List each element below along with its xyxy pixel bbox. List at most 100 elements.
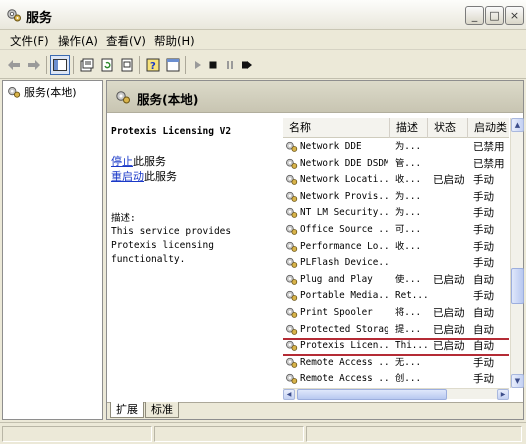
- services-gear-icon: [116, 91, 130, 104]
- menu-bar: 文件(F) 操作(A) 查看(V) 帮助(H): [0, 30, 526, 50]
- service-startup-type: 手动: [473, 224, 494, 236]
- tree-item-services-local[interactable]: 服务(本地): [7, 84, 77, 100]
- service-row[interactable]: Network DDE 为... 已禁用: [283, 139, 509, 156]
- service-row[interactable]: NT LM Security... 为... 手动: [283, 205, 509, 222]
- service-row[interactable]: Print Spooler 将... 已启动 自动: [283, 305, 509, 322]
- service-row[interactable]: Performance Lo... 收... 手动: [283, 239, 509, 256]
- service-row[interactable]: Plug and Play 使... 已启动 自动: [283, 272, 509, 289]
- toolbar: ?: [0, 51, 526, 79]
- service-row[interactable]: Remote Access ... 创... 手动: [283, 371, 509, 388]
- service-name: Portable Media...: [300, 290, 388, 302]
- restart-service-link[interactable]: 重启动: [111, 170, 144, 183]
- minimize-button[interactable]: _: [465, 6, 484, 25]
- vertical-scroll-thumb[interactable]: [511, 268, 524, 304]
- menu-file[interactable]: 文件(F): [10, 33, 49, 49]
- console-tree-icon[interactable]: [50, 55, 70, 75]
- vertical-scrollbar[interactable]: ▲ ▼: [510, 118, 524, 388]
- column-header-name[interactable]: 名称: [283, 118, 390, 138]
- scroll-up-icon[interactable]: ▲: [511, 118, 524, 132]
- back-icon[interactable]: [4, 55, 24, 75]
- service-description: 收...: [395, 174, 422, 186]
- service-row[interactable]: Network DDE DSDM 管... 已禁用: [283, 156, 509, 173]
- console-icon[interactable]: [163, 55, 183, 75]
- service-description: 可...: [395, 224, 422, 235]
- status-segment: [2, 426, 152, 442]
- service-startup-type: 手动: [473, 240, 494, 253]
- menu-view[interactable]: 查看(V): [106, 33, 146, 49]
- stop-service-suffix: 此服务: [133, 155, 166, 168]
- service-startup-type: 已禁用: [473, 157, 505, 170]
- close-button[interactable]: ×: [505, 6, 524, 25]
- toolbar-separator: [139, 56, 140, 74]
- service-row[interactable]: Portable Media... Ret... 手动: [283, 288, 509, 305]
- restart-service-row: 重启动此服务: [111, 168, 177, 184]
- service-description: 将...: [395, 307, 422, 318]
- tree-item-label: 服务(本地): [24, 86, 77, 99]
- service-row[interactable]: Protected Storage 提... 已启动 自动: [283, 322, 509, 339]
- restart-icon[interactable]: [237, 55, 257, 75]
- scroll-down-icon[interactable]: ▼: [511, 374, 524, 388]
- service-startup-type: 自动: [473, 323, 494, 336]
- service-row[interactable]: Protexis Licen... Thi... 已启动 自动: [283, 338, 509, 355]
- refresh-icon[interactable]: [97, 55, 117, 75]
- service-name: Protexis Licen...: [300, 340, 388, 352]
- status-segment: [306, 426, 522, 442]
- window-title: 服务: [26, 11, 53, 26]
- menu-help[interactable]: 帮助(H): [154, 33, 195, 49]
- service-description: 无...: [395, 356, 422, 368]
- services-list: 名称 描述 状态 启动类 Network DDE 为... 已禁用 Network D…: [283, 118, 524, 400]
- service-description: 提...: [395, 323, 422, 335]
- status-bar: [0, 422, 526, 444]
- selected-service-title: Protexis Licensing V2: [111, 126, 232, 137]
- content-header-title: 服务(本地): [137, 92, 199, 107]
- maximize-button[interactable]: □: [485, 6, 504, 25]
- services-gear-icon: [6, 7, 22, 23]
- menu-action[interactable]: 操作(A): [58, 33, 98, 49]
- service-description: Thi...: [395, 340, 429, 352]
- service-startup-type: 手动: [473, 373, 494, 386]
- horizontal-scrollbar[interactable]: ◀ ▶: [283, 388, 509, 400]
- service-status: 已启动: [433, 340, 465, 353]
- service-startup-type: 已禁用: [473, 141, 505, 153]
- service-row[interactable]: Network Locati... 收... 已启动 手动: [283, 172, 509, 189]
- help-icon[interactable]: ?: [143, 55, 163, 75]
- service-name: Performance Lo...: [300, 240, 388, 252]
- service-startup-type: 自动: [473, 307, 494, 319]
- service-status: 已启动: [433, 323, 465, 336]
- service-description: 创...: [395, 373, 422, 385]
- service-name: Network DDE DSDM: [300, 157, 388, 169]
- tab-extended[interactable]: 扩展: [110, 402, 144, 418]
- forward-icon[interactable]: [24, 55, 44, 75]
- status-segment: [154, 426, 304, 442]
- scroll-right-icon[interactable]: ▶: [497, 389, 509, 400]
- export-icon[interactable]: [117, 55, 137, 75]
- services-rows: Network DDE 为... 已禁用 Network DDE DSDM 管... 已禁…: [283, 139, 509, 388]
- horizontal-scroll-thumb[interactable]: [297, 389, 447, 400]
- service-row[interactable]: Office Source ... 可... 手动: [283, 222, 509, 239]
- toolbar-separator: [46, 56, 47, 74]
- column-header-row: 名称 描述 状态 启动类: [283, 118, 509, 138]
- stop-service-row: 停止此服务: [111, 153, 166, 169]
- service-description: 为...: [395, 207, 422, 219]
- column-header-startup-type[interactable]: 启动类: [468, 118, 509, 138]
- service-row[interactable]: Remote Access ... 无... 手动: [283, 355, 509, 372]
- scroll-left-icon[interactable]: ◀: [283, 389, 295, 400]
- column-header-status[interactable]: 状态: [428, 118, 468, 138]
- toolbar-separator: [185, 56, 186, 74]
- service-name: NT LM Security...: [300, 207, 388, 219]
- stop-service-link[interactable]: 停止: [111, 155, 133, 168]
- service-name: Network DDE: [300, 141, 362, 152]
- extended-description-panel: Protexis Licensing V2 停止此服务 重启动此服务 描述: T…: [107, 114, 281, 401]
- service-row[interactable]: PLFlash Device... 手动: [283, 255, 509, 272]
- service-name: Network Provis...: [300, 190, 388, 202]
- description-text: This service provides Protexis licensing…: [111, 226, 232, 265]
- service-startup-type: 手动: [473, 174, 494, 187]
- toolbar-separator: [73, 56, 74, 74]
- tab-standard[interactable]: 标准: [145, 402, 179, 418]
- service-startup-type: 手动: [473, 290, 494, 303]
- properties-icon[interactable]: [77, 55, 97, 75]
- column-header-description[interactable]: 描述: [390, 118, 428, 138]
- service-row[interactable]: Network Provis... 为... 手动: [283, 189, 509, 206]
- service-startup-type: 手动: [473, 207, 494, 220]
- service-name: Plug and Play: [300, 273, 373, 285]
